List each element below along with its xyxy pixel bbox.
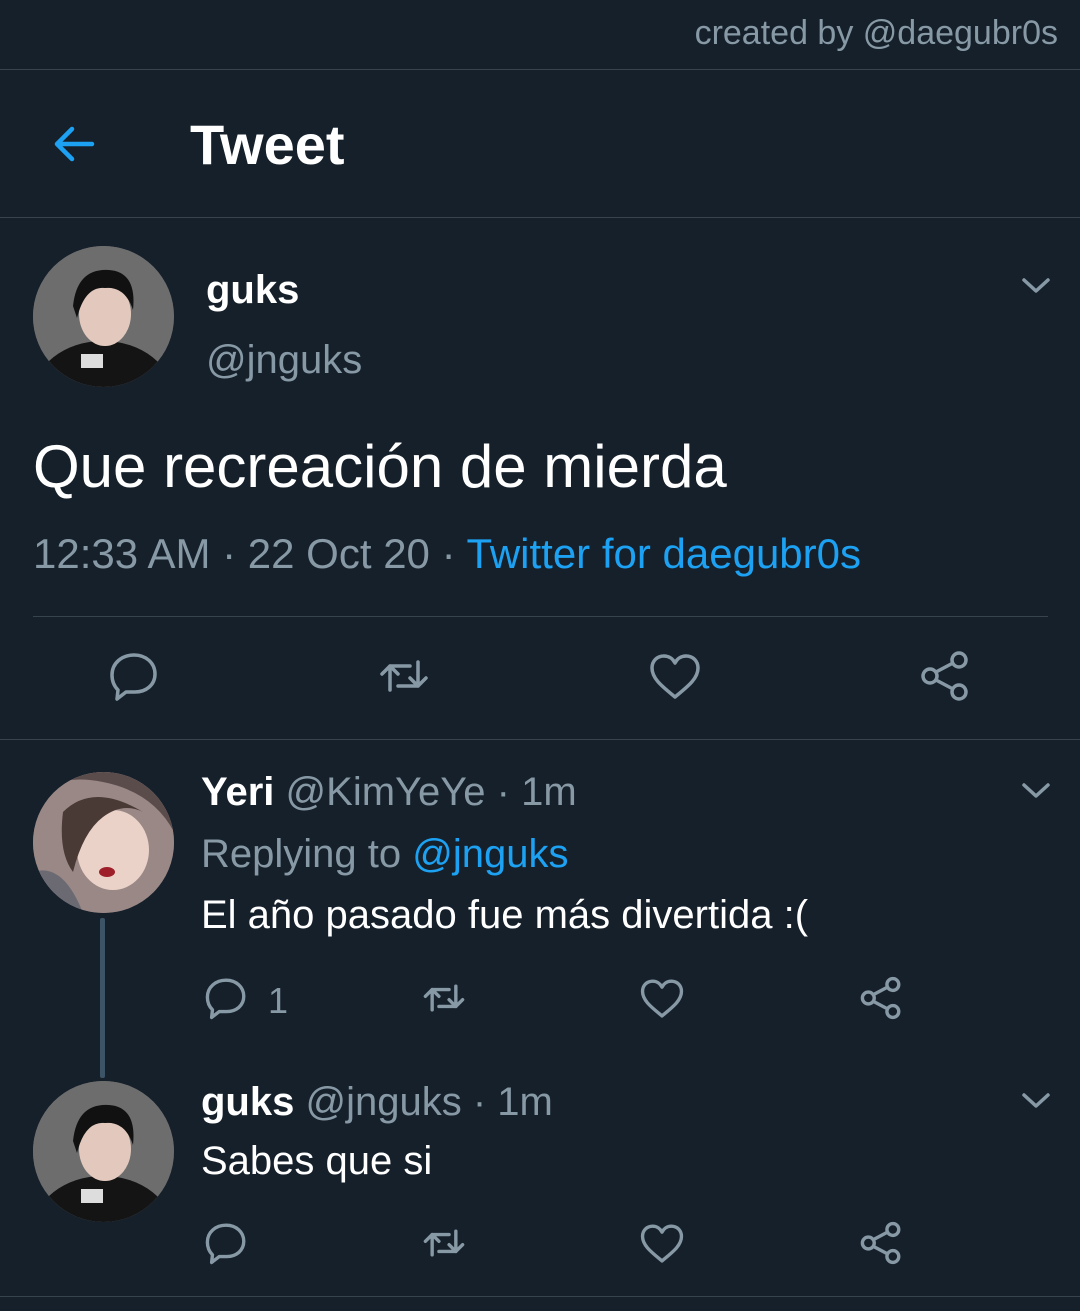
separator: ·: [461, 1080, 498, 1124]
share-button[interactable]: [919, 650, 971, 702]
replying-to: Replying to @jnguks: [201, 832, 568, 877]
retweet-button[interactable]: [422, 1221, 466, 1265]
chevron-down-icon: [1022, 783, 1050, 798]
heart-icon: [640, 979, 684, 1018]
share-icon: [860, 1221, 901, 1265]
reply-time: 1m: [521, 770, 577, 814]
separator: ·: [210, 530, 248, 577]
tweet-source-link[interactable]: Twitter for daegubr0s: [466, 530, 861, 577]
creator-credit: created by @daegubr0s: [694, 14, 1058, 52]
reply-time: 1m: [497, 1080, 553, 1124]
avatar-photo: [33, 772, 174, 913]
retweet-icon: [380, 660, 428, 692]
reply-icon: [110, 653, 157, 701]
reply-menu-button[interactable]: [1021, 781, 1051, 801]
tweet-menu-button[interactable]: [1021, 276, 1051, 296]
author-name[interactable]: guks: [206, 268, 299, 313]
reply-author-handle[interactable]: @KimYeYe: [286, 770, 486, 814]
author-handle[interactable]: @jnguks: [206, 338, 362, 383]
thread-connector: [100, 918, 105, 1078]
reply-icon: [205, 1223, 246, 1265]
reply-button[interactable]: [108, 650, 160, 702]
divider: [33, 616, 1048, 617]
back-button[interactable]: [50, 120, 98, 168]
chevron-down-icon: [1022, 1093, 1050, 1108]
tweet-time: 12:33 AM: [33, 530, 211, 577]
retweet-button[interactable]: [422, 976, 466, 1020]
divider: [0, 69, 1080, 70]
divider: [0, 217, 1080, 218]
replying-to-link[interactable]: @jnguks: [412, 832, 568, 876]
tweet-text: Que recreación de mierda: [33, 433, 727, 500]
avatar-photo: [33, 1081, 174, 1222]
separator: ·: [485, 770, 522, 814]
like-button[interactable]: [640, 1222, 684, 1266]
like-button[interactable]: [649, 651, 701, 703]
avatar[interactable]: [33, 1081, 174, 1222]
reply-menu-button[interactable]: [1021, 1091, 1051, 1111]
replying-to-label: Replying to: [201, 832, 413, 876]
divider: [0, 739, 1080, 740]
retweet-icon: [423, 984, 465, 1012]
reply-author-name[interactable]: Yeri: [201, 770, 274, 814]
tweet-date: 22 Oct 20: [247, 530, 430, 577]
heart-icon: [640, 1224, 684, 1263]
chevron-down-icon: [1022, 278, 1050, 293]
separator: ·: [429, 530, 467, 577]
share-button[interactable]: [859, 976, 903, 1020]
like-button[interactable]: [640, 977, 684, 1021]
divider: [0, 1296, 1080, 1297]
reply-author-handle[interactable]: @jnguks: [305, 1080, 461, 1124]
reply-count: 1: [268, 980, 289, 1021]
avatar-photo: [33, 246, 174, 387]
arrow-left-icon: [54, 126, 95, 162]
avatar[interactable]: [33, 772, 174, 913]
reply-header: Yeri @KimYeYe · 1m: [201, 770, 577, 815]
reply-header: guks @jnguks · 1m: [201, 1080, 553, 1125]
avatar[interactable]: [33, 246, 174, 387]
retweet-icon: [423, 1229, 465, 1257]
share-icon: [860, 976, 901, 1020]
reply-button[interactable]: [204, 976, 248, 1020]
share-button[interactable]: [859, 1221, 903, 1265]
reply-icon: [205, 978, 246, 1020]
retweet-button[interactable]: [378, 650, 430, 702]
share-icon: [921, 651, 968, 701]
reply-text: El año pasado fue más divertida :(: [201, 893, 809, 937]
reply-text: Sabes que si: [201, 1139, 433, 1183]
reply-author-name[interactable]: guks: [201, 1080, 294, 1124]
tweet-meta: 12:33 AM · 22 Oct 20 · Twitter for daegu…: [33, 530, 861, 578]
reply-button[interactable]: [204, 1221, 248, 1265]
page-title: Tweet: [190, 113, 345, 176]
heart-icon: [650, 654, 700, 699]
